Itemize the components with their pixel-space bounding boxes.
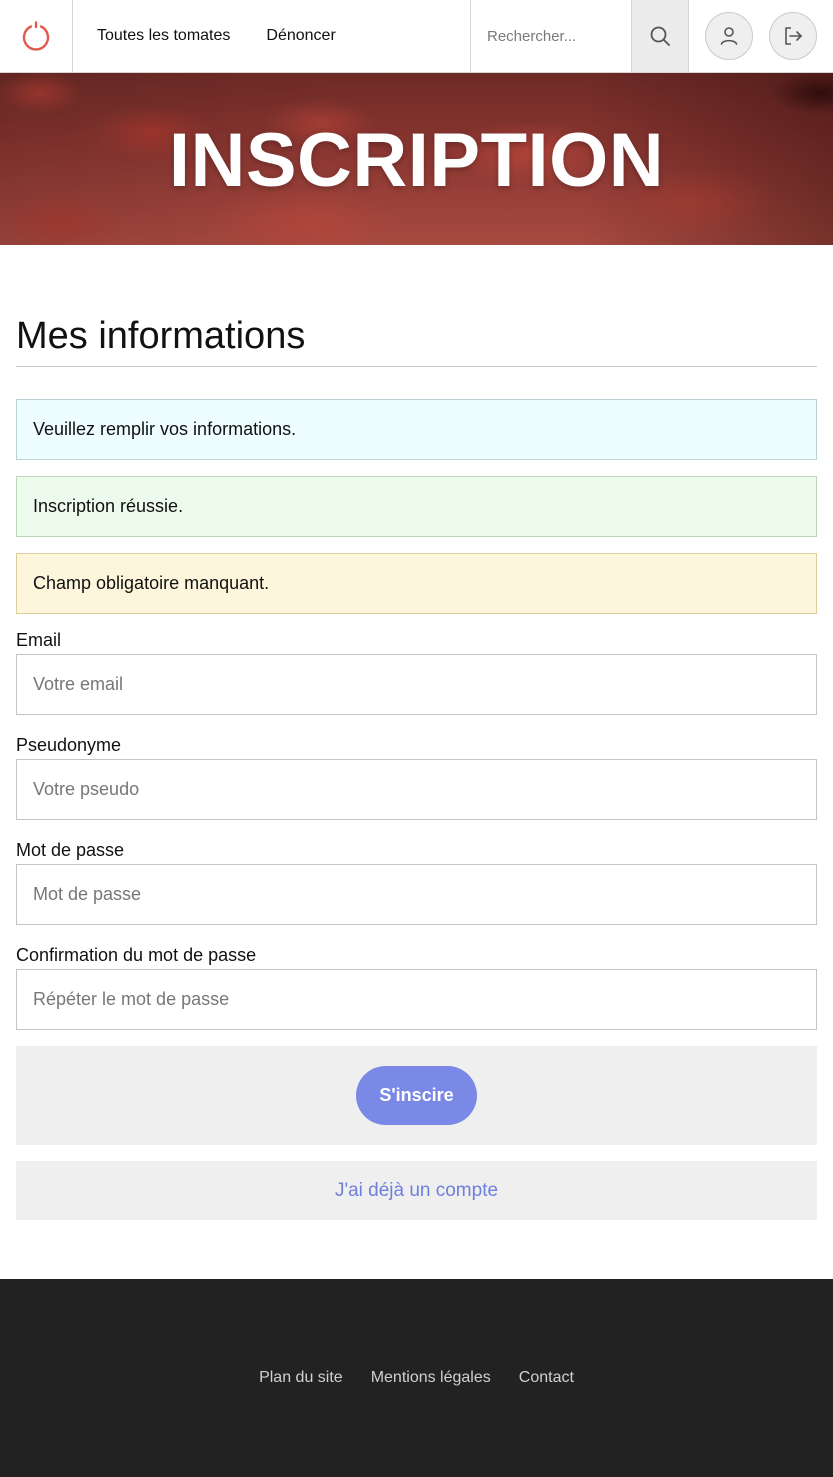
- password-field[interactable]: [16, 864, 817, 925]
- submit-area: S'inscire: [16, 1046, 817, 1145]
- email-label: Email: [16, 630, 62, 650]
- alert-warning: Champ obligatoire manquant.: [16, 553, 817, 614]
- registration-section: Mes informations Veuillez remplir vos in…: [0, 245, 833, 1279]
- power-icon: [22, 21, 50, 51]
- pseudo-label: Pseudonyme: [16, 735, 122, 755]
- existing-account-link[interactable]: J'ai déjà un compte: [335, 1180, 498, 1202]
- pseudo-field[interactable]: [16, 759, 817, 820]
- alert-success: Inscription réussie.: [16, 476, 817, 537]
- footer: Plan du site Mentions légales Contact: [0, 1279, 833, 1477]
- footer-link-contact[interactable]: Contact: [519, 1369, 574, 1387]
- main-nav: Toutes les tomates Dénoncer: [73, 0, 471, 72]
- alert-info: Veuillez remplir vos informations.: [16, 399, 817, 460]
- search-icon: [650, 26, 670, 46]
- footer-link-sitemap[interactable]: Plan du site: [259, 1369, 343, 1387]
- logout-icon: [785, 27, 802, 45]
- top-navbar: Toutes les tomates Dénoncer: [0, 0, 833, 73]
- logout-button[interactable]: [769, 12, 817, 60]
- user-icon: [720, 27, 738, 45]
- register-button[interactable]: S'inscire: [356, 1066, 477, 1125]
- password-confirm-label: Confirmation du mot de passe: [16, 945, 257, 965]
- password-confirm-field[interactable]: [16, 969, 817, 1030]
- footer-link-legal[interactable]: Mentions légales: [371, 1369, 491, 1387]
- nav-link-all-tomatoes[interactable]: Toutes les tomates: [97, 27, 230, 45]
- user-actions: [689, 0, 833, 72]
- hero-title: INSCRIPTION: [168, 118, 665, 203]
- section-title: Mes informations: [16, 315, 817, 367]
- nav-link-report[interactable]: Dénoncer: [266, 27, 335, 45]
- password-label: Mot de passe: [16, 840, 125, 860]
- login-link-area: J'ai déjà un compte: [16, 1161, 817, 1220]
- email-field[interactable]: [16, 654, 817, 715]
- profile-button[interactable]: [705, 12, 753, 60]
- search-input[interactable]: [471, 0, 631, 72]
- hero-banner: INSCRIPTION: [0, 73, 833, 245]
- registration-form: Email Pseudonyme Mot de passe Confirmati…: [16, 630, 817, 1145]
- logo-link[interactable]: [0, 0, 73, 72]
- search-button[interactable]: [631, 0, 689, 72]
